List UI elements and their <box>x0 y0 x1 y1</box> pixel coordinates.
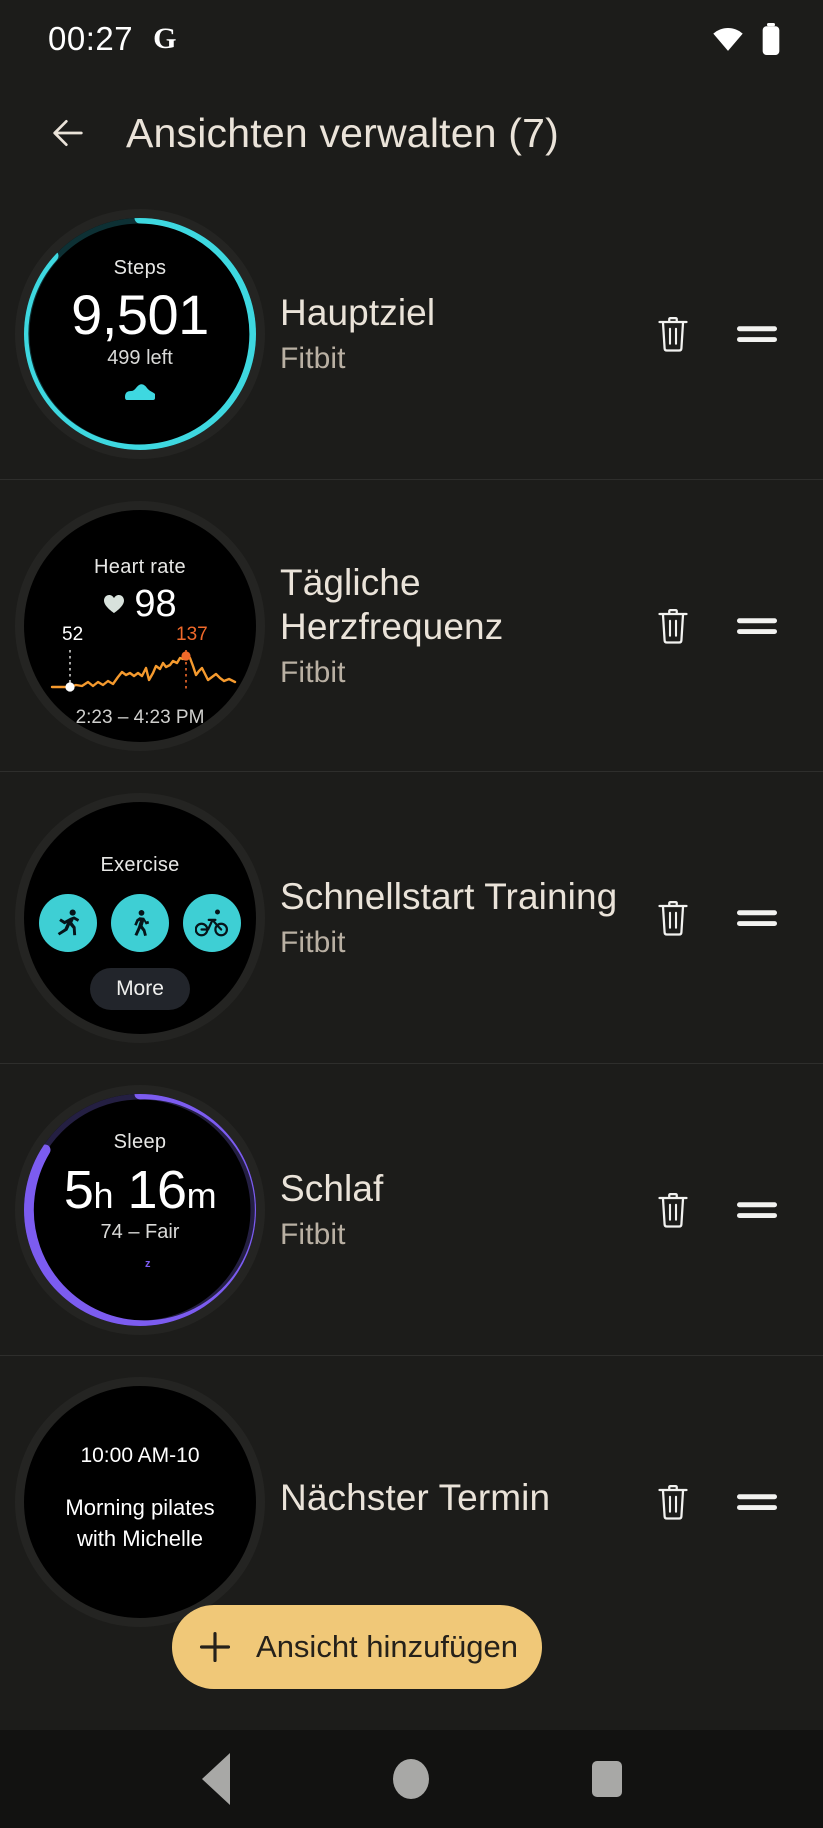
android-nav-bar <box>0 1730 823 1828</box>
list-item[interactable]: Exercise More Schnellstart Training Fitb… <box>0 772 823 1064</box>
watch-face-preview-sleep: Sleep 5h 16m 74 – Fair z <box>0 1093 280 1326</box>
walk-icon[interactable] <box>111 893 169 952</box>
list-item-actions <box>655 314 777 354</box>
heart-icon <box>104 595 125 613</box>
status-bar-time: 00:27 <box>48 20 134 57</box>
calendar-event-time: 10:00 AM-10 <box>80 1444 200 1467</box>
calendar-event-subtitle: with Michelle <box>77 1525 203 1551</box>
trash-icon[interactable] <box>655 314 691 354</box>
sleep-tile: Sleep 5h 16m 74 – Fair z <box>24 1093 256 1326</box>
drag-handle-icon[interactable] <box>737 321 777 347</box>
views-list: Steps 9,501 499 left Hauptziel Fitbit He… <box>0 188 823 1648</box>
watch-face-preview-calendar: 10:00 AM-10 Morning pilates with Michell… <box>0 1386 280 1618</box>
trash-icon[interactable] <box>655 606 691 646</box>
list-item-text: Schnellstart Training Fitbit <box>280 875 655 961</box>
calendar-tile: 10:00 AM-10 Morning pilates with Michell… <box>24 1386 256 1618</box>
heart-rate-tile: Heart rate 98 52 137 2:23 – 4:23 PM <box>24 509 256 742</box>
back-arrow-icon[interactable] <box>48 113 88 153</box>
status-bar: 00:27 G <box>0 0 823 78</box>
watch-face-preview-heart-rate: Heart rate 98 52 137 2:23 – 4:23 PM <box>0 509 280 742</box>
trash-icon[interactable] <box>655 1190 691 1230</box>
watch-face-preview-exercise: Exercise More <box>0 801 280 1034</box>
list-item-actions <box>655 1190 777 1230</box>
list-item-text: Hauptziel Fitbit <box>280 291 655 377</box>
watch-face-preview-steps: Steps 9,501 499 left <box>0 217 280 450</box>
nav-home-icon[interactable] <box>392 1759 429 1799</box>
phone-screen: 00:27 G Ansichten verwalten (7) Steps 9,… <box>0 0 823 1828</box>
list-item-subtitle: Fitbit <box>280 342 346 376</box>
run-icon[interactable] <box>39 893 97 952</box>
heart-rate-current: 98 <box>103 582 177 626</box>
bike-icon[interactable] <box>183 893 241 952</box>
add-view-label: Ansicht hinzufügen <box>256 1629 518 1664</box>
heart-rate-max: 137 <box>176 623 208 645</box>
app-bar: Ansichten verwalten (7) <box>0 78 823 188</box>
heart-rate-chart: 52 137 <box>36 624 244 706</box>
heart-rate-min: 52 <box>62 623 84 645</box>
steps-progress-ring <box>24 217 256 450</box>
exercise-shortcuts <box>39 893 241 952</box>
drag-handle-icon[interactable] <box>737 613 777 639</box>
calendar-event-title: Morning pilates <box>65 1495 215 1520</box>
page-title: Ansichten verwalten (7) <box>126 109 560 156</box>
list-item[interactable]: Steps 9,501 499 left Hauptziel Fitbit <box>0 188 823 480</box>
list-item-title: Hauptziel <box>280 291 436 333</box>
list-item-actions <box>655 606 777 646</box>
nav-back-icon[interactable] <box>201 1753 230 1805</box>
heart-rate-value: 98 <box>134 582 177 625</box>
list-item-title: Tägliche Herzfrequenz <box>280 561 504 647</box>
list-item[interactable]: Sleep 5h 16m 74 – Fair z Schlaf Fitbit <box>0 1064 823 1356</box>
list-item-subtitle: Fitbit <box>280 656 346 690</box>
list-item-actions <box>655 1482 777 1522</box>
wifi-icon <box>713 27 743 51</box>
trash-icon[interactable] <box>655 1482 691 1522</box>
sleep-progress-ring <box>24 1093 256 1326</box>
list-item-title: Schnellstart Training <box>280 875 618 917</box>
add-view-button[interactable]: Ansicht hinzufügen <box>172 1605 542 1689</box>
status-bar-indicators <box>711 23 781 55</box>
drag-handle-icon[interactable] <box>737 1489 777 1515</box>
list-item-text: Tägliche Herzfrequenz Fitbit <box>280 561 655 690</box>
list-item-actions <box>655 898 777 938</box>
list-item-subtitle: Fitbit <box>280 1218 346 1252</box>
google-glyph-icon: G <box>153 22 177 55</box>
drag-handle-icon[interactable] <box>737 1197 777 1223</box>
plus-icon <box>199 1631 231 1663</box>
list-item-title: Schlaf <box>280 1167 384 1209</box>
list-item-subtitle: Fitbit <box>280 926 346 960</box>
exercise-label: Exercise <box>100 853 180 876</box>
heart-rate-time-range: 2:23 – 4:23 PM <box>75 706 205 728</box>
nav-recents-icon[interactable] <box>591 1761 622 1797</box>
exercise-more-button[interactable]: More <box>90 967 190 1010</box>
list-item-text: Nächster Termin <box>280 1476 655 1528</box>
list-item[interactable]: Heart rate 98 52 137 2:23 – 4:23 PM Tägl… <box>0 480 823 772</box>
list-item-title: Nächster Termin <box>280 1477 551 1519</box>
list-item-text: Schlaf Fitbit <box>280 1167 655 1253</box>
heart-rate-label: Heart rate <box>94 555 186 578</box>
steps-tile: Steps 9,501 499 left <box>24 217 256 450</box>
battery-icon <box>762 23 780 55</box>
drag-handle-icon[interactable] <box>737 905 777 931</box>
trash-icon[interactable] <box>655 898 691 938</box>
exercise-tile: Exercise More <box>24 801 256 1034</box>
